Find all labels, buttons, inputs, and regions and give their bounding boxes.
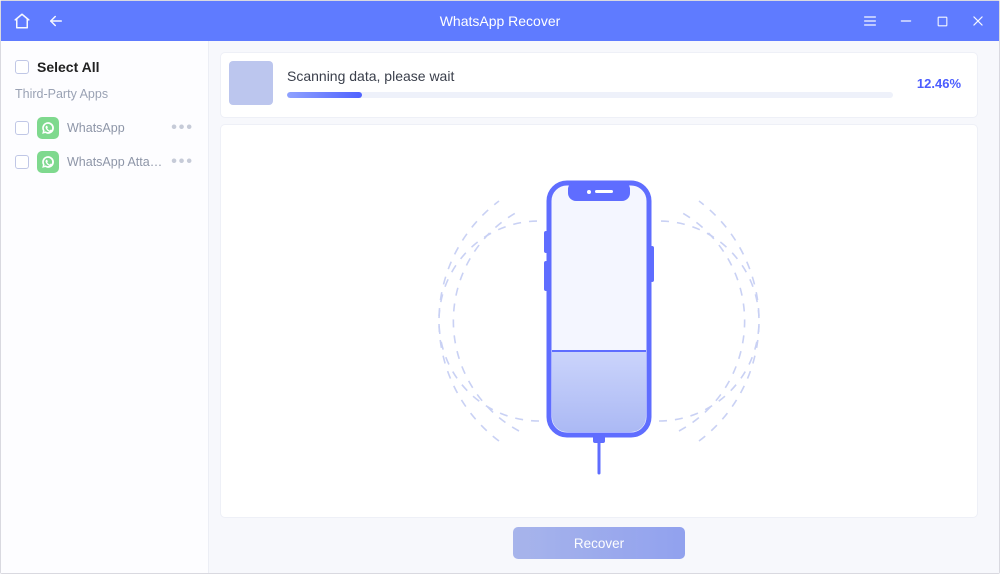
sidebar-group-label: Third-Party Apps: [15, 87, 194, 101]
whatsapp-icon: [37, 117, 59, 139]
progress-card: Scanning data, please wait 12.46%: [221, 53, 977, 117]
sidebar-item-label: WhatsApp: [67, 121, 163, 135]
checkbox-whatsapp[interactable]: [15, 121, 29, 135]
sidebar-item-whatsapp-attachments[interactable]: WhatsApp Attachments •••: [15, 145, 194, 179]
more-icon[interactable]: •••: [171, 119, 194, 137]
scan-illustration-area: [221, 125, 977, 517]
titlebar: WhatsApp Recover: [1, 1, 999, 41]
window-title: WhatsApp Recover: [211, 13, 789, 29]
progress-thumbnail: [229, 61, 273, 105]
sidebar: Select All Third-Party Apps WhatsApp •••…: [1, 41, 209, 573]
back-button[interactable]: [45, 10, 67, 32]
progress-bar: [287, 92, 893, 98]
close-button[interactable]: [967, 10, 989, 32]
recover-button[interactable]: Recover: [513, 527, 685, 559]
home-icon: [13, 12, 31, 30]
titlebar-left: [11, 10, 211, 32]
select-all-checkbox[interactable]: [15, 60, 29, 74]
progress-mid: Scanning data, please wait: [287, 68, 893, 98]
whatsapp-icon: [37, 151, 59, 173]
select-all-label: Select All: [37, 59, 100, 75]
menu-button[interactable]: [859, 10, 881, 32]
progress-status-text: Scanning data, please wait: [287, 68, 893, 84]
progress-fill: [287, 92, 362, 98]
minimize-icon: [899, 14, 913, 28]
sidebar-item-label: WhatsApp Attachments: [67, 155, 163, 169]
sidebar-item-whatsapp[interactable]: WhatsApp •••: [15, 111, 194, 145]
home-button[interactable]: [11, 10, 33, 32]
minimize-button[interactable]: [895, 10, 917, 32]
arrow-left-icon: [47, 12, 65, 30]
checkbox-whatsapp-attachments[interactable]: [15, 155, 29, 169]
more-icon[interactable]: •••: [171, 153, 194, 171]
maximize-icon: [936, 15, 949, 28]
menu-icon: [862, 13, 878, 29]
maximize-button[interactable]: [931, 10, 953, 32]
select-all-row[interactable]: Select All: [15, 59, 194, 75]
body: Select All Third-Party Apps WhatsApp •••…: [1, 41, 999, 573]
phone-scan-icon: [429, 161, 769, 481]
progress-percent: 12.46%: [907, 76, 961, 91]
close-icon: [971, 14, 985, 28]
footer: Recover: [221, 527, 977, 559]
window-controls: [789, 10, 989, 32]
main: Scanning data, please wait 12.46%: [209, 41, 999, 573]
